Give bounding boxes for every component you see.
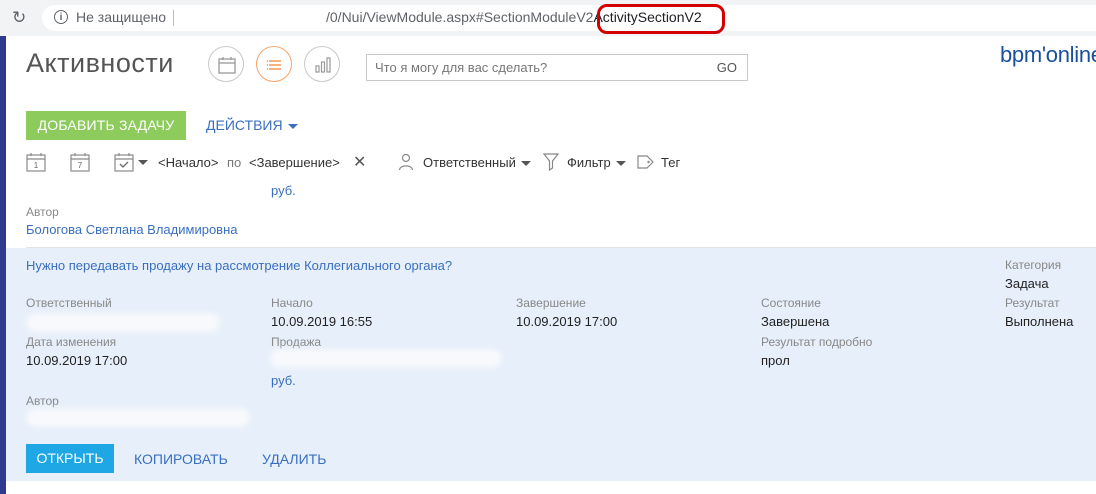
close-icon[interactable]: ✕: [353, 152, 366, 172]
reload-icon[interactable]: ↻: [12, 8, 26, 28]
copy-button[interactable]: КОПИРОВАТЬ: [134, 451, 228, 467]
end-label: Завершение: [516, 296, 586, 310]
calendar-icon: [218, 57, 236, 74]
user-icon: [398, 153, 414, 171]
command-search: GO: [366, 54, 748, 81]
filter-label: Фильтр: [567, 155, 611, 170]
browser-toolbar: ↻ i Не защищено /0/Nui/ViewModule.aspx#S…: [0, 0, 1096, 36]
activity-card[interactable]: [6, 248, 1096, 481]
modified-value: 10.09.2019 17:00: [26, 353, 128, 368]
owner-filter-label: Ответственный: [423, 155, 516, 170]
redacted-author: [30, 412, 246, 423]
result-label: Результат: [1005, 296, 1060, 310]
period-end[interactable]: <Завершение>: [249, 155, 340, 170]
filter-icon: [543, 153, 559, 171]
calendar-day-number: 1: [34, 161, 39, 170]
chevron-down-icon: [615, 161, 626, 167]
chevron-down-icon[interactable]: [138, 160, 148, 165]
security-status[interactable]: Не защищено: [76, 9, 166, 25]
prev-sale-currency[interactable]: руб.: [271, 183, 296, 198]
logo: bpm'online: [1000, 42, 1096, 67]
chevron-down-icon: [520, 161, 531, 167]
chevron-down-icon: [287, 123, 298, 129]
highlight-annotation: [597, 4, 725, 34]
tag-icon: [637, 155, 654, 169]
filter-menu[interactable]: Фильтр: [567, 155, 626, 170]
category-value: Задача: [1005, 276, 1049, 291]
delete-button[interactable]: УДАЛИТЬ: [262, 451, 326, 467]
modified-label: Дата изменения: [26, 335, 117, 349]
calendar-day-icon: 1: [26, 153, 46, 172]
start-label: Начало: [271, 296, 313, 310]
start-value: 10.09.2019 16:55: [271, 314, 373, 329]
author-label: Автор: [26, 394, 59, 408]
open-button[interactable]: ОТКРЫТЬ: [26, 444, 114, 473]
period-filter-button[interactable]: [114, 152, 134, 172]
week-filter-button[interactable]: 7: [70, 152, 90, 172]
sale-currency[interactable]: руб.: [271, 373, 296, 388]
calendar-week-number: 7: [78, 161, 83, 170]
bar-chart-icon: [315, 57, 331, 73]
calendar-check-icon: [114, 153, 134, 172]
address-separator: [173, 10, 174, 26]
tag-filter[interactable]: Тег: [661, 155, 680, 170]
owner-filter[interactable]: Ответственный: [423, 155, 531, 170]
redacted-sale: [274, 353, 498, 364]
result-detail-value: прол: [761, 353, 790, 368]
sale-label: Продажа: [271, 335, 322, 349]
add-task-button[interactable]: ДОБАВИТЬ ЗАДАЧУ: [26, 111, 186, 140]
result-detail-label: Результат подробно: [761, 335, 873, 349]
end-value: 10.09.2019 17:00: [516, 314, 618, 329]
activity-title[interactable]: Нужно передавать продажу на рассмотрение…: [26, 258, 452, 273]
state-value: Завершена: [761, 314, 830, 329]
info-icon[interactable]: i: [54, 10, 68, 24]
calendar-week-icon: 7: [70, 153, 90, 172]
prev-author-label: Автор: [26, 205, 59, 219]
go-button[interactable]: GO: [717, 60, 737, 75]
redacted-owner: [30, 317, 216, 328]
actions-menu-button[interactable]: ДЕЙСТВИЯ: [206, 117, 298, 133]
state-label: Состояние: [761, 296, 821, 310]
actions-label: ДЕЙСТВИЯ: [206, 117, 283, 133]
period-start[interactable]: <Начало>: [158, 155, 218, 170]
list-icon: [266, 60, 281, 70]
category-label: Категория: [1005, 258, 1062, 272]
url-prefix: /0/Nui/ViewModule.aspx#SectionModuleV2: [326, 9, 594, 25]
analytics-view-button[interactable]: [304, 46, 340, 82]
owner-label: Ответственный: [26, 296, 112, 310]
day-filter-button[interactable]: 1: [26, 152, 46, 172]
page-title: Активности: [26, 48, 174, 78]
search-input[interactable]: [367, 55, 705, 80]
period-to-label: по: [227, 155, 242, 170]
result-value: Выполнена: [1005, 314, 1074, 329]
list-view-button[interactable]: [256, 46, 292, 82]
calendar-view-button[interactable]: [208, 46, 244, 82]
prev-author-link[interactable]: Бологова Светлана Владимировна: [26, 222, 238, 237]
